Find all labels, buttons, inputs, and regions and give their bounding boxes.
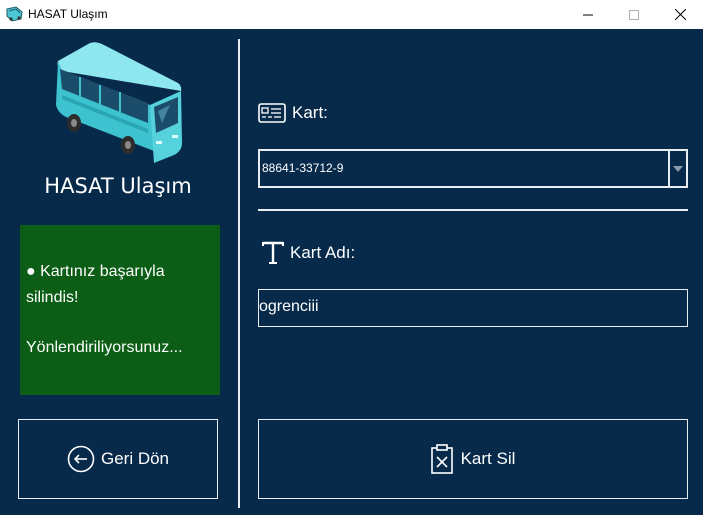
back-button-label: Geri Dön xyxy=(100,449,170,468)
kart-select[interactable]: 88641-33712-9 xyxy=(258,149,688,188)
maximize-button xyxy=(611,0,657,29)
kart-label-text: Kart: xyxy=(292,103,328,122)
delete-card-button-label: Kart Sil xyxy=(460,449,516,468)
close-icon xyxy=(674,9,686,20)
app-window: HASAT Ulaşım HASAT Ulaşım ● Kartınız baş… xyxy=(0,0,703,515)
kart-adi-label-text: Kart Adı: xyxy=(290,243,356,262)
brand-title: HASAT Ulaşım xyxy=(44,174,192,198)
back-button[interactable]: Geri Dön xyxy=(18,419,218,499)
kart-adi-label: Kart Adı: xyxy=(262,241,355,265)
maximize-icon xyxy=(629,9,639,20)
window-title: HASAT Ulaşım xyxy=(28,7,108,21)
bus-app-icon xyxy=(6,6,23,22)
status-message-box: ● Kartınız başarıyla silindis! Yönlendir… xyxy=(20,225,220,395)
close-button[interactable] xyxy=(657,0,703,29)
client-area: HASAT Ulaşım ● Kartınız başarıyla silind… xyxy=(0,29,703,515)
id-card-icon xyxy=(258,103,286,123)
arrow-left-circle-icon xyxy=(67,445,95,473)
chevron-down-icon xyxy=(673,165,683,172)
vertical-divider xyxy=(238,39,240,508)
kart-select-dropdown[interactable] xyxy=(668,151,686,186)
text-type-icon xyxy=(262,241,284,265)
minimize-button[interactable] xyxy=(565,0,611,29)
status-message: ● Kartınız başarıyla silindis! xyxy=(26,263,165,306)
bus-illustration xyxy=(50,39,186,163)
kart-select-value: 88641-33712-9 xyxy=(262,161,344,175)
status-redirect-message: Yönlendiriliyorsunuz... xyxy=(26,339,183,356)
kart-adi-input[interactable]: ogrenciii xyxy=(258,289,688,327)
clipboard-x-icon xyxy=(430,444,453,474)
kart-label: Kart: xyxy=(258,103,328,123)
title-bar: HASAT Ulaşım xyxy=(0,0,703,29)
horizontal-divider xyxy=(258,209,688,211)
minimize-icon xyxy=(583,14,593,15)
delete-card-button[interactable]: Kart Sil xyxy=(258,419,688,499)
